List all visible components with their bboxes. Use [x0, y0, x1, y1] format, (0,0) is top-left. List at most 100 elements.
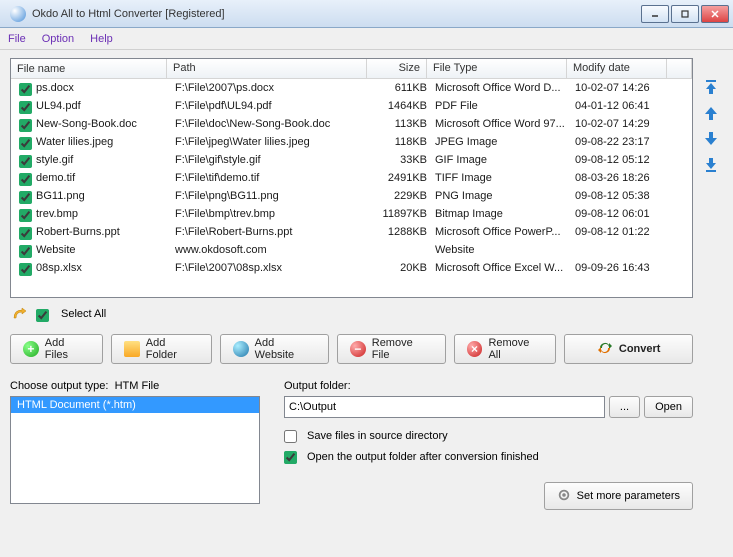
menu-option[interactable]: Option	[42, 33, 74, 45]
close-button[interactable]	[701, 5, 729, 23]
file-date: 09-08-22 23:17	[571, 133, 671, 151]
file-type: PDF File	[431, 97, 571, 115]
table-row[interactable]: New-Song-Book.docF:\File\doc\New-Song-Bo…	[11, 115, 692, 133]
output-folder-label: Output folder:	[284, 380, 693, 392]
app-icon	[10, 6, 26, 22]
row-checkbox[interactable]	[19, 155, 32, 168]
file-size: 611KB	[371, 79, 431, 97]
table-row[interactable]: Websitewww.okdosoft.comWebsite	[11, 241, 692, 259]
add-folder-button[interactable]: Add Folder	[111, 334, 212, 364]
file-type: TIFF Image	[431, 169, 571, 187]
row-checkbox[interactable]	[19, 227, 32, 240]
file-size: 11897KB	[371, 205, 431, 223]
file-path: F:\File\gif\style.gif	[171, 151, 371, 169]
file-size	[371, 241, 431, 259]
curve-arrow-icon	[12, 306, 28, 322]
row-checkbox[interactable]	[19, 245, 32, 258]
file-path: www.okdosoft.com	[171, 241, 371, 259]
save-in-source-checkbox[interactable]	[284, 430, 297, 443]
row-checkbox[interactable]	[19, 209, 32, 222]
menu-help[interactable]: Help	[90, 33, 113, 45]
col-date[interactable]: Modify date	[567, 59, 667, 78]
window-title: Okdo All to Html Converter [Registered]	[32, 8, 641, 20]
file-type: Microsoft Office PowerP...	[431, 223, 571, 241]
file-name: Robert-Burns.ppt	[36, 223, 120, 241]
table-row[interactable]: style.gifF:\File\gif\style.gif33KBGIF Im…	[11, 151, 692, 169]
minimize-button[interactable]	[641, 5, 669, 23]
minus-icon: −	[350, 341, 366, 357]
file-name: 08sp.xlsx	[36, 259, 82, 277]
table-row[interactable]: Water lilies.jpegF:\File\jpeg\Water lili…	[11, 133, 692, 151]
remove-file-button[interactable]: −Remove File	[337, 334, 446, 364]
row-checkbox[interactable]	[19, 119, 32, 132]
menu-file[interactable]: File	[8, 33, 26, 45]
file-name: Water lilies.jpeg	[36, 133, 113, 151]
table-row[interactable]: trev.bmpF:\File\bmp\trev.bmp11897KBBitma…	[11, 205, 692, 223]
file-date: 09-08-12 06:01	[571, 205, 671, 223]
file-path: F:\File\tif\demo.tif	[171, 169, 371, 187]
row-checkbox[interactable]	[19, 263, 32, 276]
remove-all-button[interactable]: ×Remove All	[454, 334, 557, 364]
file-path: F:\File\doc\New-Song-Book.doc	[171, 115, 371, 133]
menubar: File Option Help	[0, 28, 733, 50]
output-type-item[interactable]: HTML Document (*.htm)	[11, 397, 259, 413]
select-all-checkbox[interactable]	[36, 309, 49, 322]
browse-button[interactable]: ...	[609, 396, 640, 418]
output-type-listbox[interactable]: HTML Document (*.htm)	[10, 396, 260, 504]
table-row[interactable]: demo.tifF:\File\tif\demo.tif2491KBTIFF I…	[11, 169, 692, 187]
col-extra[interactable]	[667, 59, 692, 78]
app-window: Okdo All to Html Converter [Registered] …	[0, 0, 733, 557]
convert-button[interactable]: Convert	[564, 334, 693, 364]
row-checkbox[interactable]	[19, 173, 32, 186]
file-name: trev.bmp	[36, 205, 78, 223]
file-path: F:\File\pdf\UL94.pdf	[171, 97, 371, 115]
open-after-label: Open the output folder after conversion …	[307, 451, 539, 463]
output-folder-input[interactable]	[284, 396, 605, 418]
col-name[interactable]: File name	[11, 59, 167, 78]
col-size[interactable]: Size	[367, 59, 427, 78]
file-size: 1464KB	[371, 97, 431, 115]
file-size: 229KB	[371, 187, 431, 205]
file-path: F:\File\bmp\trev.bmp	[171, 205, 371, 223]
table-row[interactable]: UL94.pdf F:\File\pdf\UL94.pdf1464KBPDF Fi…	[11, 97, 692, 115]
table-row[interactable]: 08sp.xlsxF:\File\2007\08sp.xlsx20KBMicro…	[11, 259, 692, 277]
file-type: Microsoft Office Word D...	[431, 79, 571, 97]
file-type: PNG Image	[431, 187, 571, 205]
x-icon: ×	[467, 341, 483, 357]
move-bottom-button[interactable]	[701, 156, 721, 174]
file-path: F:\File\Robert-Burns.ppt	[171, 223, 371, 241]
table-row[interactable]: Robert-Burns.ppt F:\File\Robert-Burns.ppt…	[11, 223, 692, 241]
save-in-source-label: Save files in source directory	[307, 430, 448, 442]
table-row[interactable]: ps.docxF:\File\2007\ps.docx611KBMicrosof…	[11, 79, 692, 97]
open-folder-button[interactable]: Open	[644, 396, 693, 418]
move-down-button[interactable]	[701, 130, 721, 148]
more-params-button[interactable]: Set more parameters	[544, 482, 693, 510]
add-website-button[interactable]: Add Website	[220, 334, 329, 364]
file-type: Microsoft Office Excel W...	[431, 259, 571, 277]
row-checkbox[interactable]	[19, 191, 32, 204]
file-name: UL94.pdf	[36, 97, 81, 115]
folder-icon	[124, 341, 140, 357]
file-table: File name Path Size File Type Modify dat…	[10, 58, 693, 298]
open-after-checkbox[interactable]	[284, 451, 297, 464]
output-type-current: HTM File	[115, 380, 160, 392]
file-path: F:\File\2007\08sp.xlsx	[171, 259, 371, 277]
add-files-button[interactable]: +Add Files	[10, 334, 103, 364]
file-date: 10-02-07 14:29	[571, 115, 671, 133]
row-checkbox[interactable]	[19, 137, 32, 150]
maximize-button[interactable]	[671, 5, 699, 23]
reorder-arrows	[699, 58, 723, 549]
move-top-button[interactable]	[701, 78, 721, 96]
table-row[interactable]: BG11.pngF:\File\png\BG11.png229KBPNG Ima…	[11, 187, 692, 205]
file-name: Website	[36, 241, 76, 259]
row-checkbox[interactable]	[19, 83, 32, 96]
file-type: Microsoft Office Word 97...	[431, 115, 571, 133]
row-checkbox[interactable]	[19, 101, 32, 114]
select-all-row: Select All	[10, 298, 693, 334]
col-path[interactable]: Path	[167, 59, 367, 78]
file-date: 09-08-12 01:22	[571, 223, 671, 241]
move-up-button[interactable]	[701, 104, 721, 122]
file-date: 10-02-07 14:26	[571, 79, 671, 97]
output-type-section: Choose output type: HTM File HTML Docume…	[10, 380, 260, 510]
col-type[interactable]: File Type	[427, 59, 567, 78]
